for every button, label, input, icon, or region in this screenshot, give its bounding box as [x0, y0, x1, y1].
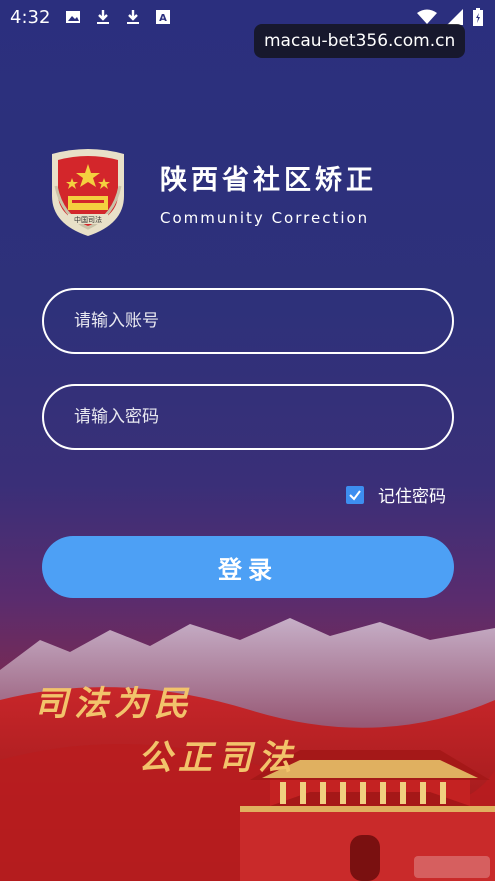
svg-text:A: A	[160, 13, 168, 24]
download-icon	[94, 8, 112, 26]
password-input[interactable]	[74, 407, 452, 427]
slogan-line-1: 司法为民	[34, 684, 194, 724]
username-field[interactable]	[42, 288, 454, 354]
app-subtitle: Community Correction	[160, 208, 370, 227]
justice-emblem-icon: 中国司法	[52, 149, 124, 236]
translate-icon: A	[154, 8, 172, 26]
title-block: 陕西省社区矫正 Community Correction	[160, 158, 377, 227]
check-icon	[349, 489, 361, 501]
download-icon	[124, 8, 142, 26]
login-button[interactable]: 登录	[42, 536, 454, 598]
slogan-line-2: 公正司法	[138, 738, 298, 778]
remember-password[interactable]: 记住密码	[346, 482, 446, 507]
watermark-url: macau-bet356.com.cn	[254, 24, 466, 58]
username-input[interactable]	[74, 311, 452, 331]
password-field[interactable]	[42, 384, 454, 450]
app-title: 陕西省社区矫正	[160, 164, 377, 196]
battery-icon	[473, 8, 483, 30]
corner-watermark-logo	[414, 856, 490, 878]
emblem-label: 中国司法	[74, 215, 102, 224]
remember-checkbox[interactable]	[346, 485, 364, 504]
remember-label: 记住密码	[378, 487, 446, 507]
status-time: 4:32	[10, 6, 51, 28]
app-header: 中国司法 陕西省社区矫正 Community Correction	[42, 146, 377, 238]
image-icon	[64, 8, 82, 26]
